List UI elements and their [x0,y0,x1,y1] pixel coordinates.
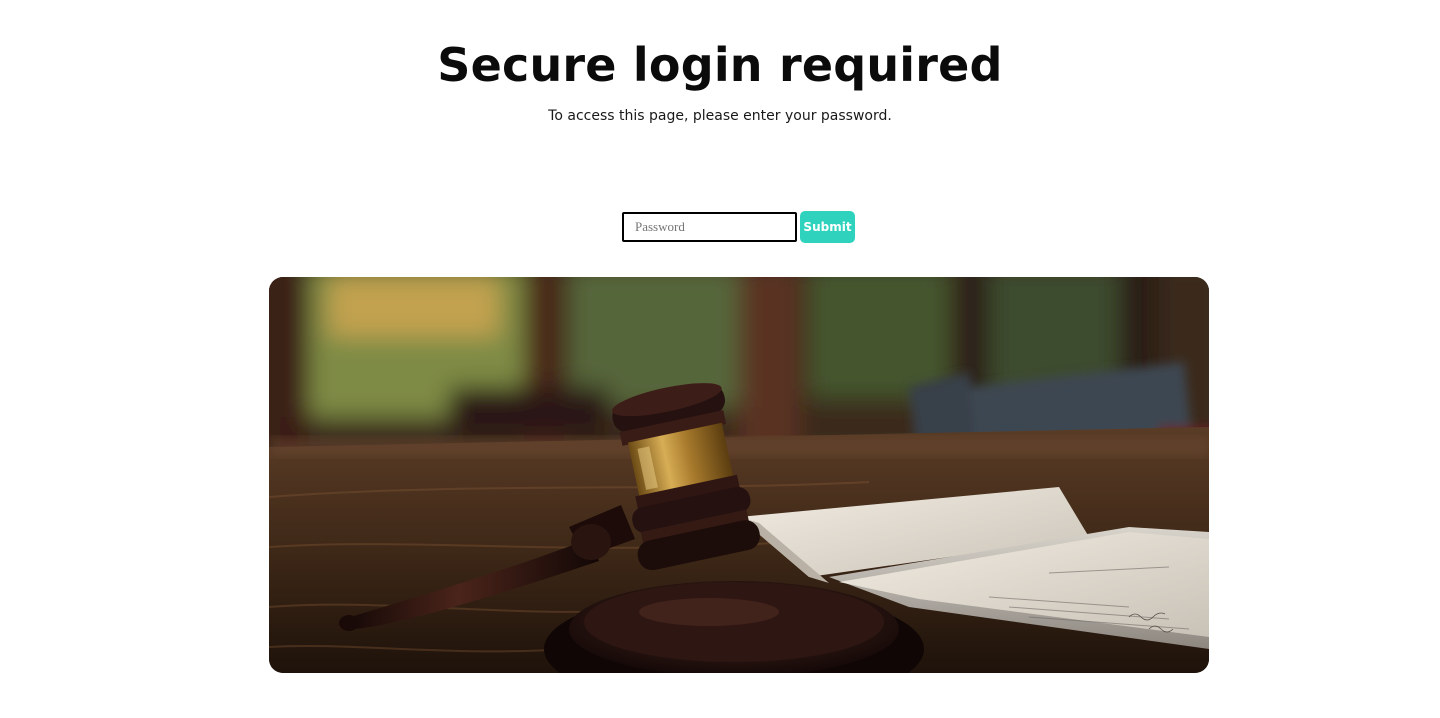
login-page: Secure login required To access this pag… [0,0,1440,718]
gavel-illustration [269,277,1209,673]
hero-image [269,277,1209,673]
submit-button[interactable]: Submit [800,211,855,243]
password-form: Submit [622,211,855,243]
password-input[interactable] [622,212,797,242]
page-title: Secure login required [437,38,1003,92]
page-subtitle: To access this page, please enter your p… [548,108,892,124]
